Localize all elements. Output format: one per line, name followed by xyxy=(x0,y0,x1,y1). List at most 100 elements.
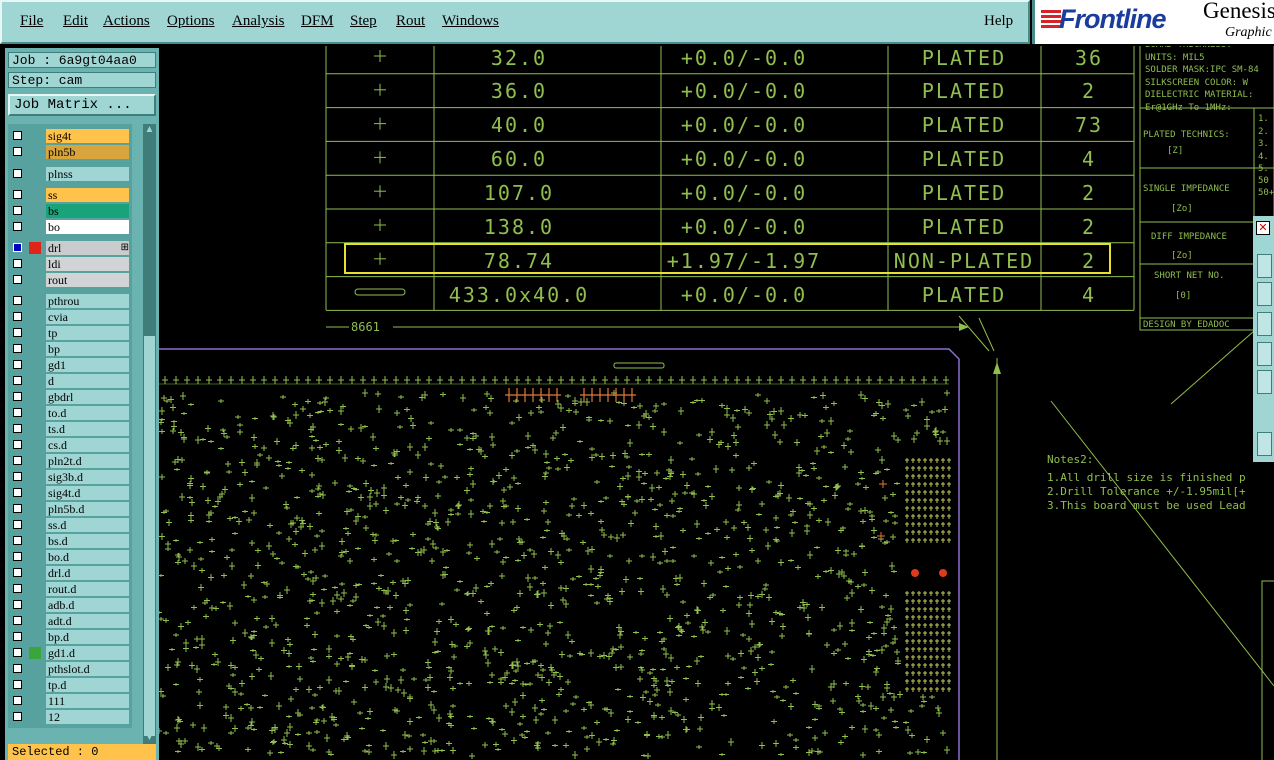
layer-checkbox[interactable] xyxy=(13,552,22,561)
layer-name[interactable]: ss xyxy=(46,188,129,202)
menu-step[interactable]: Step xyxy=(350,13,377,30)
layer-checkbox[interactable] xyxy=(13,131,22,140)
layer-checkbox[interactable] xyxy=(13,488,22,497)
layer-checkbox[interactable] xyxy=(13,632,22,641)
layer-row[interactable]: cs.d xyxy=(11,438,131,452)
layer-row[interactable]: gd1.d xyxy=(11,646,131,660)
layer-name[interactable]: gd1 xyxy=(46,358,129,372)
layer-checkbox[interactable] xyxy=(13,296,22,305)
layer-row[interactable]: pthrou xyxy=(11,294,131,308)
menu-help[interactable]: Help xyxy=(984,13,1013,30)
layer-name[interactable]: ts.d xyxy=(46,422,129,436)
layer-row[interactable]: bp.d xyxy=(11,630,131,644)
layer-row[interactable]: cvia xyxy=(11,310,131,324)
job-matrix-button[interactable]: Job Matrix ... xyxy=(8,94,156,116)
layer-checkbox[interactable] xyxy=(13,376,22,385)
palette-button-4[interactable] xyxy=(1257,342,1272,366)
layer-row[interactable]: adb.d xyxy=(11,598,131,612)
layer-checkbox[interactable] xyxy=(13,648,22,657)
scroll-down-icon[interactable]: ▼ xyxy=(144,733,155,743)
layer-row[interactable]: bs.d xyxy=(11,534,131,548)
layer-row[interactable]: 12 xyxy=(11,710,131,724)
layer-name[interactable]: drl.d xyxy=(46,566,129,580)
layer-name[interactable]: cs.d xyxy=(46,438,129,452)
layer-row[interactable]: bo.d xyxy=(11,550,131,564)
layer-row[interactable]: drl ⊞ xyxy=(11,241,131,255)
graphic-canvas[interactable]: 32.0 +0.0/-0.0 PLATED 36 36.0 +0.0/-0.0 PLATED… xyxy=(159,46,1274,760)
menu-edit[interactable]: Edit xyxy=(63,13,88,30)
layer-checkbox[interactable] xyxy=(13,344,22,353)
layer-row[interactable]: ss.d xyxy=(11,518,131,532)
layer-row[interactable]: drl.d xyxy=(11,566,131,580)
layer-checkbox[interactable] xyxy=(13,312,22,321)
layer-name[interactable]: plnss xyxy=(46,167,129,181)
layer-name[interactable]: gbdrl xyxy=(46,390,129,404)
layer-name[interactable]: bs.d xyxy=(46,534,129,548)
layer-checkbox[interactable] xyxy=(13,392,22,401)
layer-checkbox[interactable] xyxy=(13,243,22,252)
layer-checkbox[interactable] xyxy=(13,584,22,593)
palette-button-2[interactable] xyxy=(1257,282,1272,306)
layer-row[interactable]: bp xyxy=(11,342,131,356)
layer-checkbox[interactable] xyxy=(13,222,22,231)
layer-row[interactable]: ldi xyxy=(11,257,131,271)
layer-checkbox[interactable] xyxy=(13,275,22,284)
layer-row[interactable]: gd1 xyxy=(11,358,131,372)
layer-name[interactable]: pthslot.d xyxy=(46,662,129,676)
layer-name[interactable]: sig4t xyxy=(46,129,129,143)
layer-checkbox[interactable] xyxy=(13,472,22,481)
layer-checkbox[interactable] xyxy=(13,424,22,433)
layer-name[interactable]: bs xyxy=(46,204,129,218)
layer-name[interactable]: d xyxy=(46,374,129,388)
menu-options[interactable]: Options xyxy=(167,13,215,30)
layer-name[interactable]: pthrou xyxy=(46,294,129,308)
layer-name[interactable]: adb.d xyxy=(46,598,129,612)
layer-name[interactable]: pln2t.d xyxy=(46,454,129,468)
layer-row[interactable]: plnss xyxy=(11,167,131,181)
menu-analysis[interactable]: Analysis xyxy=(232,13,285,30)
layer-name[interactable]: cvia xyxy=(46,310,129,324)
layer-checkbox[interactable] xyxy=(13,206,22,215)
layer-name[interactable]: sig4t.d xyxy=(46,486,129,500)
layer-checkbox[interactable] xyxy=(13,600,22,609)
layer-checkbox[interactable] xyxy=(13,408,22,417)
layer-checkbox[interactable] xyxy=(13,696,22,705)
layer-checkbox[interactable] xyxy=(13,680,22,689)
layer-row[interactable]: 111 xyxy=(11,694,131,708)
palette-button-1[interactable] xyxy=(1257,254,1272,278)
layer-row[interactable]: sig4t.d xyxy=(11,486,131,500)
menu-dfm[interactable]: DFM xyxy=(301,13,334,30)
layer-name[interactable]: bo xyxy=(46,220,129,234)
layer-checkbox[interactable] xyxy=(13,440,22,449)
menu-windows[interactable]: Windows xyxy=(442,13,499,30)
layer-row[interactable]: sig3b.d xyxy=(11,470,131,484)
layer-name[interactable]: bo.d xyxy=(46,550,129,564)
layer-checkbox[interactable] xyxy=(13,169,22,178)
layer-row[interactable]: rout.d xyxy=(11,582,131,596)
layer-checkbox[interactable] xyxy=(13,712,22,721)
layer-row[interactable]: rout xyxy=(11,273,131,287)
layer-checkbox[interactable] xyxy=(13,259,22,268)
layer-checkbox[interactable] xyxy=(13,616,22,625)
layer-list-scrollbar[interactable]: ▲ ▼ xyxy=(143,124,156,744)
layer-name[interactable]: pln5b xyxy=(46,145,129,159)
layer-row[interactable]: to.d xyxy=(11,406,131,420)
layer-name[interactable]: bp xyxy=(46,342,129,356)
layer-checkbox[interactable] xyxy=(13,360,22,369)
scroll-up-icon[interactable]: ▲ xyxy=(144,125,155,135)
layer-checkbox[interactable] xyxy=(13,520,22,529)
layer-row[interactable]: gbdrl xyxy=(11,390,131,404)
layer-checkbox[interactable] xyxy=(13,190,22,199)
layer-row[interactable]: tp.d xyxy=(11,678,131,692)
palette-button-3[interactable] xyxy=(1257,312,1272,336)
layer-name[interactable]: ss.d xyxy=(46,518,129,532)
layer-checkbox[interactable] xyxy=(13,147,22,156)
layer-name[interactable]: ldi xyxy=(46,257,129,271)
palette-button-5[interactable] xyxy=(1257,370,1272,394)
layer-name[interactable]: adt.d xyxy=(46,614,129,628)
layer-name[interactable]: tp xyxy=(46,326,129,340)
scroll-thumb[interactable] xyxy=(144,336,155,736)
palette-button-6[interactable] xyxy=(1257,432,1272,456)
layer-name[interactable]: 12 xyxy=(46,710,129,724)
layer-row[interactable]: pln2t.d xyxy=(11,454,131,468)
